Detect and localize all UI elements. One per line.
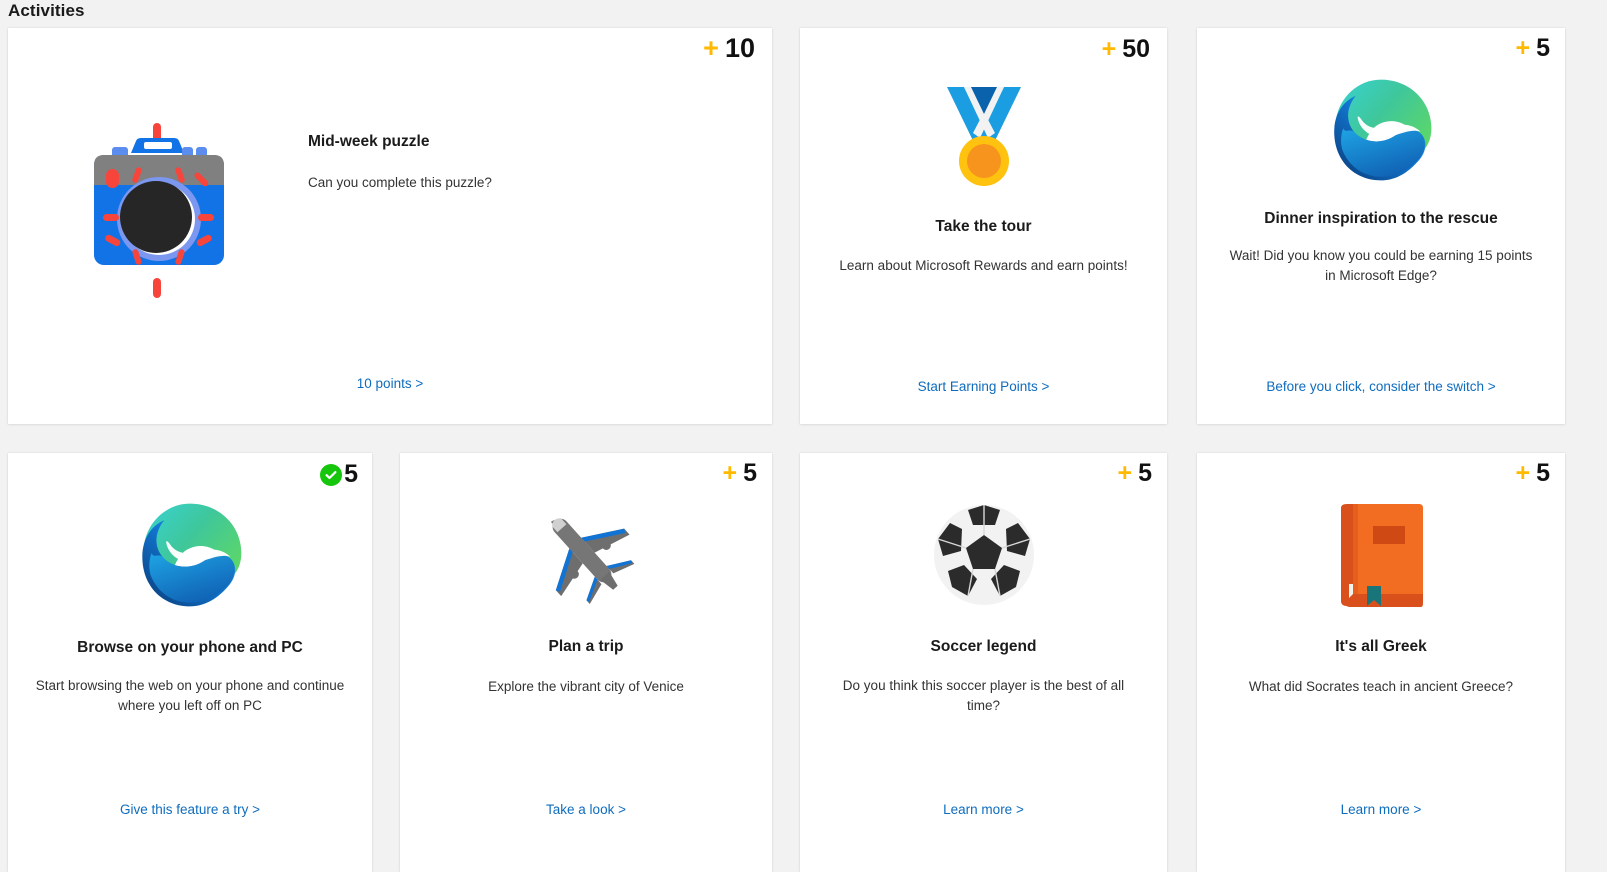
card-description: Start browsing the web on your phone and… [35, 678, 345, 713]
points-value: 5 [1536, 459, 1550, 487]
plus-icon: + [1515, 34, 1531, 62]
card-cta-link[interactable]: Before you click, consider the switch > [1266, 379, 1495, 394]
points-badge: + 5 [722, 461, 757, 486]
plus-icon: + [1515, 459, 1531, 487]
card-description: Learn about Microsoft Rewards and earn p… [839, 258, 1128, 273]
points-value: 10 [724, 33, 755, 63]
card-title: Soccer legend [930, 638, 1037, 655]
activity-card-dinner-inspiration[interactable]: + 5 Dinner inspiration to the rescue Wai… [1197, 28, 1565, 424]
soccer-ball-icon [932, 501, 1036, 609]
plus-icon: + [703, 33, 719, 63]
card-cta-link[interactable]: Start Earning Points > [918, 379, 1050, 394]
activity-card-its-all-greek[interactable]: + 5 It's all Greek What did Socrates tea… [1197, 453, 1565, 872]
book-icon [1335, 501, 1427, 609]
points-badge: + 5 [1117, 461, 1152, 486]
medal-icon [928, 80, 1040, 190]
points-value: 5 [1138, 459, 1152, 487]
card-description: Do you think this soccer player is the b… [842, 678, 1125, 713]
edge-logo-icon [135, 499, 245, 611]
camera-icon [8, 28, 308, 298]
points-value: 5 [1536, 34, 1550, 62]
card-title: Plan a trip [548, 638, 624, 655]
page-title: Activities [8, 1, 85, 20]
card-description: Can you complete this puzzle? [308, 175, 492, 190]
activity-card-plan-a-trip[interactable]: + 5 Plan a trip Explore the vibrant city… [400, 453, 772, 872]
card-title: It's all Greek [1335, 638, 1427, 655]
card-cta-link[interactable]: Learn more > [943, 802, 1024, 817]
points-badge: + 10 [703, 35, 755, 62]
card-description: What did Socrates teach in ancient Greec… [1248, 679, 1514, 694]
card-title: Mid-week puzzle [308, 133, 430, 150]
points-value: 5 [344, 460, 358, 488]
card-cta-link[interactable]: Give this feature a try > [120, 802, 260, 817]
points-badge: + 5 [1515, 36, 1550, 61]
plus-icon: + [1117, 459, 1133, 487]
card-cta-link[interactable]: 10 points > [357, 376, 423, 391]
plus-icon: + [722, 459, 738, 487]
card-description: Wait! Did you know you could be earning … [1229, 248, 1533, 283]
card-cta-link[interactable]: Learn more > [1341, 802, 1422, 817]
check-circle-icon [320, 463, 343, 486]
activity-card-take-the-tour[interactable]: + 50 Take the tour Learn about Microsoft… [800, 28, 1167, 424]
points-badge: + 50 [1102, 37, 1150, 62]
card-title: Browse on your phone and PC [77, 639, 303, 656]
airplane-icon [530, 499, 642, 611]
points-badge: + 5 [1515, 461, 1550, 486]
activity-card-soccer-legend[interactable]: + 5 Soccer legend Do you think this socc… [800, 453, 1167, 872]
card-title: Take the tour [935, 218, 1032, 235]
card-description: Explore the vibrant city of Venice [488, 679, 684, 694]
edge-logo-icon [1327, 75, 1435, 185]
plus-icon: + [1101, 35, 1117, 63]
card-title: Dinner inspiration to the rescue [1264, 210, 1498, 227]
activities-page: Activities + 10 Mid-week puzzle Can you … [0, 0, 1607, 872]
points-value: 50 [1122, 35, 1150, 63]
points-badge-completed: 5 [320, 462, 358, 487]
activity-card-browse-phone-pc[interactable]: 5 Browse on your phone and PC Start brow… [8, 453, 372, 872]
card-cta-link[interactable]: Take a look > [546, 802, 626, 817]
points-value: 5 [743, 459, 757, 487]
activity-card-mid-week-puzzle[interactable]: + 10 Mid-week puzzle Can you complete th… [8, 28, 772, 424]
